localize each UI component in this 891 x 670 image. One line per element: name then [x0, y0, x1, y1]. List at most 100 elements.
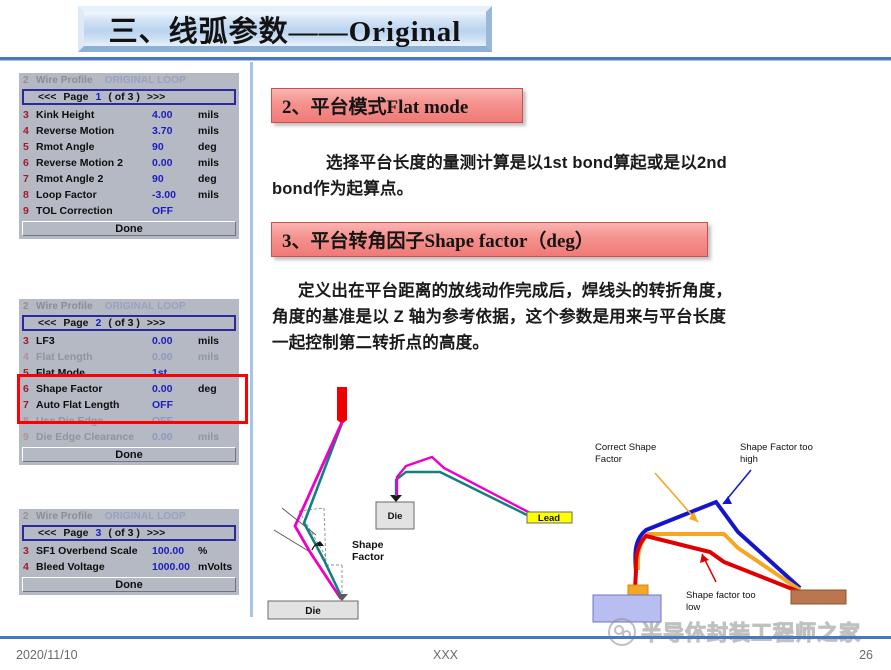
section-2-heading: 2、平台模式Flat mode [271, 88, 523, 123]
parameter-value[interactable]: OFF [152, 415, 198, 427]
parameter-unit: mVolts [198, 561, 233, 573]
parameter-value[interactable]: 0.00 [152, 157, 198, 169]
too-low-label-line2: low [686, 602, 700, 613]
angle-ref-lines [273, 507, 317, 553]
capillary-tool-icon [337, 387, 347, 420]
parameter-value[interactable]: 90 [152, 173, 198, 185]
parameter-index: 9 [23, 431, 29, 443]
correct-label-line1: Correct Shape [595, 442, 656, 453]
page-next-button[interactable]: >>> [147, 527, 165, 539]
parameter-value[interactable]: 4.00 [152, 109, 198, 121]
page-prev-button[interactable]: <<< [38, 527, 56, 539]
parameter-row[interactable]: 8 Loop Factor -3.00 mils [19, 187, 239, 203]
parameter-value[interactable]: -3.00 [152, 189, 198, 201]
parameter-row[interactable]: 9 TOL Correction OFF [19, 203, 239, 219]
page-label: Page [63, 317, 89, 329]
section-3-line-1: 定义出在平台距离的放线动作完成后，焊线头的转折角度， [298, 282, 733, 300]
parameter-value[interactable]: 1st [152, 367, 198, 379]
loop-path-magenta [395, 455, 535, 517]
parameter-label: Rmot Angle [36, 141, 95, 153]
done-button[interactable]: Done [22, 577, 236, 592]
done-button[interactable]: Done [22, 447, 236, 462]
arrow-too-low-head-icon [700, 554, 709, 563]
page-label: Page [63, 91, 89, 103]
parameter-label: Auto Flat Length [36, 399, 120, 411]
panel-header-label: Wire Profile [36, 511, 93, 522]
page-navigator[interactable]: <<< Page 1 ( of 3 ) >>> [22, 89, 236, 105]
page-next-button[interactable]: >>> [147, 317, 165, 329]
section-3-paragraph: 定义出在平台距离的放线动作完成后，焊线头的转折角度， 角度的基准是以 Z 轴为参… [272, 278, 872, 356]
panel-header: 2 Wire Profile ORIGINAL LOOP [19, 299, 239, 314]
page-total: ( of 3 ) [108, 317, 140, 329]
parameter-index: 3 [23, 335, 29, 347]
parameter-unit: mils [198, 109, 220, 121]
parameter-label: Flat Mode [36, 367, 85, 379]
parameter-value[interactable]: OFF [152, 205, 198, 217]
page-number: 1 [95, 91, 102, 103]
bond-pad-icon [336, 594, 348, 601]
page-navigator[interactable]: <<< Page 2 ( of 3 ) >>> [22, 315, 236, 331]
parameter-unit: % [198, 545, 208, 557]
parameter-value[interactable]: 3.70 [152, 125, 198, 137]
shape-factor-label-line2: Factor [352, 551, 384, 563]
page-next-button[interactable]: >>> [147, 91, 165, 103]
correct-label-line2: Factor [595, 454, 622, 465]
section-3-heading: 3、平台转角因子Shape factor（deg） [271, 222, 708, 257]
done-button[interactable]: Done [22, 221, 236, 236]
parameter-row[interactable]: 4 Reverse Motion 3.70 mils [19, 123, 239, 139]
parameter-value[interactable]: 1000.00 [152, 561, 198, 573]
page-prev-button[interactable]: <<< [38, 91, 56, 103]
parameter-row[interactable]: 5 Rmot Angle 90 deg [19, 139, 239, 155]
parameter-label: LF3 [36, 335, 55, 347]
slide-title-banner: 三、线弧参数——Original [78, 6, 492, 52]
page-number: 3 [95, 527, 102, 539]
parameter-label: Die Edge Clearance [36, 431, 135, 443]
footer-center-text: XXX [432, 648, 458, 662]
too-low-label-line1: Shape factor too [686, 590, 756, 601]
parameter-label: Loop Factor [36, 189, 97, 201]
page-label: Page [63, 527, 89, 539]
page-title: 三、线弧参数——Original [108, 16, 462, 48]
parameter-row[interactable]: 3 LF3 0.00 mils [19, 333, 239, 349]
footer-page-number: 26 [859, 648, 873, 662]
slide-canvas: 三、线弧参数——Original 2 Wire Profile ORIGINAL L… [0, 0, 891, 670]
parameter-index: 5 [23, 141, 29, 153]
parameter-value[interactable]: 0.00 [152, 431, 198, 443]
too-high-label-line2: high [740, 454, 758, 465]
parameter-row[interactable]: 6 Shape Factor 0.00 deg [19, 381, 239, 397]
panel-header-value: ORIGINAL LOOP [104, 75, 186, 86]
die-label-mid: Die [388, 511, 403, 522]
parameter-index: 4 [23, 561, 29, 573]
parameter-row[interactable]: 4 Flat Length 0.00 mils [19, 349, 239, 365]
parameter-index: 8 [23, 189, 29, 201]
panel-header-value: ORIGINAL LOOP [104, 511, 186, 522]
page-prev-button[interactable]: <<< [38, 317, 56, 329]
parameter-row[interactable]: 3 Kink Height 4.00 mils [19, 107, 239, 123]
parameter-row[interactable]: 5 Flat Mode 1st [19, 365, 239, 381]
section-2-line-1: 选择平台长度的量测计算是以1st bond算起或是以2nd [326, 154, 727, 172]
panel-header-label: Wire Profile [36, 75, 93, 86]
parameter-row[interactable]: 7 Auto Flat Length OFF [19, 397, 239, 413]
parameter-value[interactable]: 0.00 [152, 383, 198, 395]
parameter-label: Reverse Motion [36, 125, 115, 137]
parameter-value[interactable]: 100.00 [152, 545, 198, 557]
lead-block-right [790, 589, 847, 605]
title-underline-light [0, 60, 891, 61]
parameter-value[interactable]: 90 [152, 141, 198, 153]
parameter-row[interactable]: 4 Bleed Voltage 1000.00 mVolts [19, 559, 239, 575]
parameter-value[interactable]: 0.00 [152, 335, 198, 347]
parameter-value[interactable]: OFF [152, 399, 198, 411]
parameter-row[interactable]: 7 Rmot Angle 2 90 deg [19, 171, 239, 187]
parameter-row[interactable]: 3 SF1 Overbend Scale 100.00% [19, 543, 239, 559]
parameter-value[interactable]: 0.00 [152, 351, 198, 363]
die-label-bottom: Die [305, 606, 321, 617]
page-total: ( of 3 ) [108, 527, 140, 539]
parameter-row[interactable]: 9 Die Edge Clearance 0.00 mils [19, 429, 239, 445]
parameter-index: 6 [23, 383, 29, 395]
parameter-row[interactable]: 6 Reverse Motion 2 0.00 mils [19, 155, 239, 171]
parameter-index: 9 [23, 205, 29, 217]
page-navigator[interactable]: <<< Page 3 ( of 3 ) >>> [22, 525, 236, 541]
parameter-unit: deg [198, 141, 217, 153]
parameter-row[interactable]: 8 Use Die Edge OFF [19, 413, 239, 429]
page-number: 2 [95, 317, 102, 329]
